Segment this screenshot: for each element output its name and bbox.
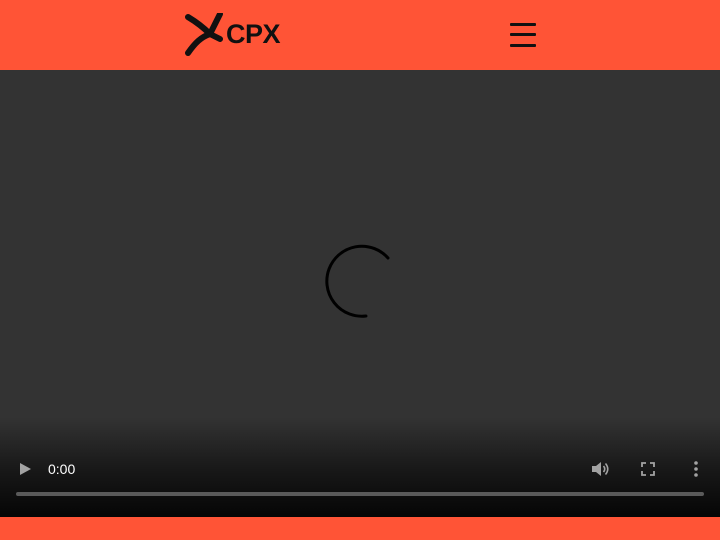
video-player[interactable]: 0:00 <box>0 70 720 517</box>
cpx-logo[interactable]: CPX <box>185 13 281 57</box>
seek-bar[interactable] <box>16 492 704 496</box>
hamburger-menu-icon[interactable] <box>506 18 540 52</box>
current-time: 0:00 <box>48 461 76 477</box>
footer-strip <box>0 517 720 540</box>
cpx-logo-mark-icon <box>185 13 223 56</box>
fullscreen-icon[interactable] <box>637 458 659 480</box>
more-options-icon[interactable] <box>685 458 707 480</box>
loading-spinner-icon <box>325 244 390 318</box>
volume-icon[interactable] <box>589 458 611 480</box>
site-header: CPX <box>0 0 720 70</box>
logo-wordmark: CPX <box>226 18 281 49</box>
play-icon[interactable] <box>14 458 36 480</box>
controls-overlay <box>0 417 720 517</box>
